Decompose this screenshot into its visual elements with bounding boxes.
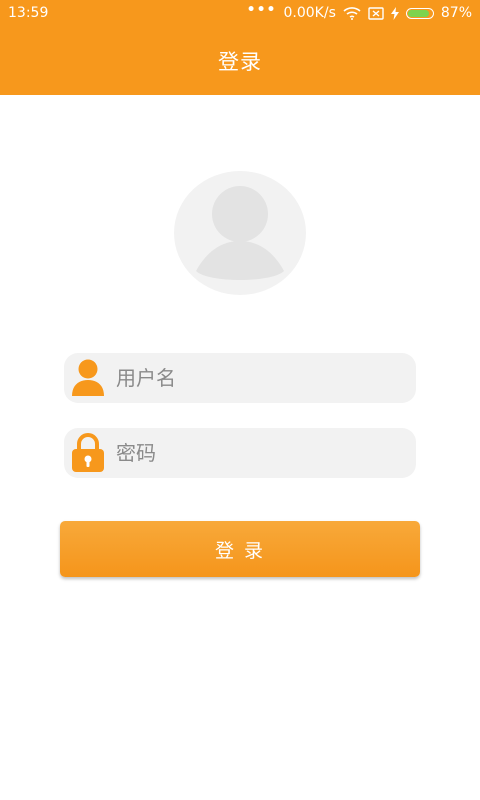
lock-icon (64, 428, 112, 478)
page-title: 登录 (218, 49, 262, 74)
sim-disabled-icon (368, 6, 384, 20)
more-dots-icon: ••• (246, 2, 277, 18)
username-input[interactable] (112, 358, 416, 398)
wifi-icon (343, 6, 361, 20)
user-icon (64, 353, 112, 403)
network-speed: 0.00K/s (283, 5, 336, 21)
charging-bolt-icon (390, 6, 399, 20)
battery-icon (405, 7, 434, 19)
status-bar: 13:59 ••• 0.00K/s 87% (0, 0, 480, 26)
title-bar: 登录 (0, 26, 480, 95)
login-button[interactable]: 登 录 (60, 521, 420, 577)
password-field[interactable] (64, 428, 416, 478)
default-avatar-icon (196, 186, 284, 280)
avatar[interactable] (174, 171, 306, 295)
battery-level (407, 9, 429, 17)
status-time: 13:59 (8, 5, 49, 21)
battery-percent: 87% (440, 5, 472, 21)
username-field[interactable] (64, 353, 416, 403)
status-indicators: ••• 0.00K/s 87% (246, 2, 472, 21)
password-input[interactable] (112, 433, 416, 473)
